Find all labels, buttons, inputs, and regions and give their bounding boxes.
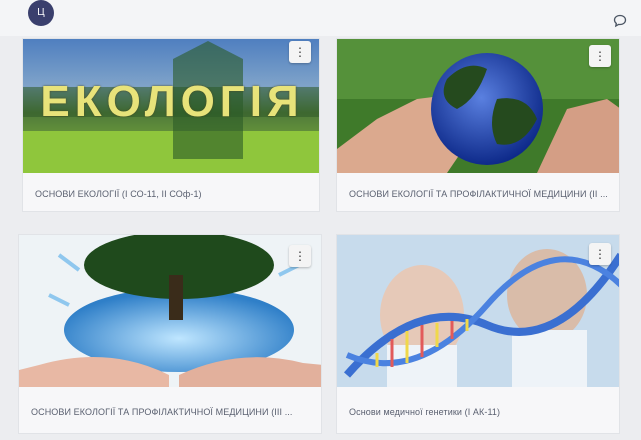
- globe-image: [337, 39, 619, 173]
- course-card[interactable]: ⋮ ОСНОВИ ЕКОЛОГІЇ ТА ПРОФІЛАКТИЧНОЇ МЕДИ…: [18, 234, 322, 434]
- dna-image: [337, 235, 619, 387]
- ecology-word: ЕКОЛОГІЯ: [40, 77, 304, 126]
- course-menu-button[interactable]: ⋮: [289, 245, 311, 267]
- course-title[interactable]: Основи медичної генетики (І АК-11): [349, 407, 611, 417]
- course-image-ecology[interactable]: ЕКОЛОГІЯ: [23, 39, 319, 173]
- course-image-tree-water[interactable]: [19, 235, 321, 387]
- chat-bubble-icon: [613, 14, 627, 28]
- course-card[interactable]: ЕКОЛОГІЯ ⋮ ОСНОВИ ЕКОЛОГІЇ (І СО-11, ІІ …: [22, 38, 320, 212]
- course-menu-button[interactable]: ⋮: [289, 41, 311, 63]
- course-title[interactable]: ОСНОВИ ЕКОЛОГІЇ ТА ПРОФІЛАКТИЧНОЇ МЕДИЦИ…: [31, 407, 313, 417]
- course-menu-button[interactable]: ⋮: [589, 45, 611, 67]
- course-title[interactable]: ОСНОВИ ЕКОЛОГІЇ ТА ПРОФІЛАКТИЧНОЇ МЕДИЦИ…: [349, 189, 611, 199]
- course-title[interactable]: ОСНОВИ ЕКОЛОГІЇ (І СО-11, ІІ СОф-1): [35, 189, 311, 199]
- tree-water-image: [19, 235, 321, 387]
- course-card[interactable]: ⋮ Основи медичної генетики (І АК-11): [336, 234, 620, 434]
- user-avatar[interactable]: Ц: [28, 0, 54, 26]
- course-image-dna[interactable]: [337, 235, 619, 387]
- chat-icon[interactable]: [611, 14, 629, 32]
- course-menu-button[interactable]: ⋮: [589, 243, 611, 265]
- top-bar: Ц: [0, 0, 641, 36]
- course-image-globe[interactable]: [337, 39, 619, 173]
- course-card[interactable]: ⋮ ОСНОВИ ЕКОЛОГІЇ ТА ПРОФІЛАКТИЧНОЇ МЕДИ…: [336, 38, 620, 212]
